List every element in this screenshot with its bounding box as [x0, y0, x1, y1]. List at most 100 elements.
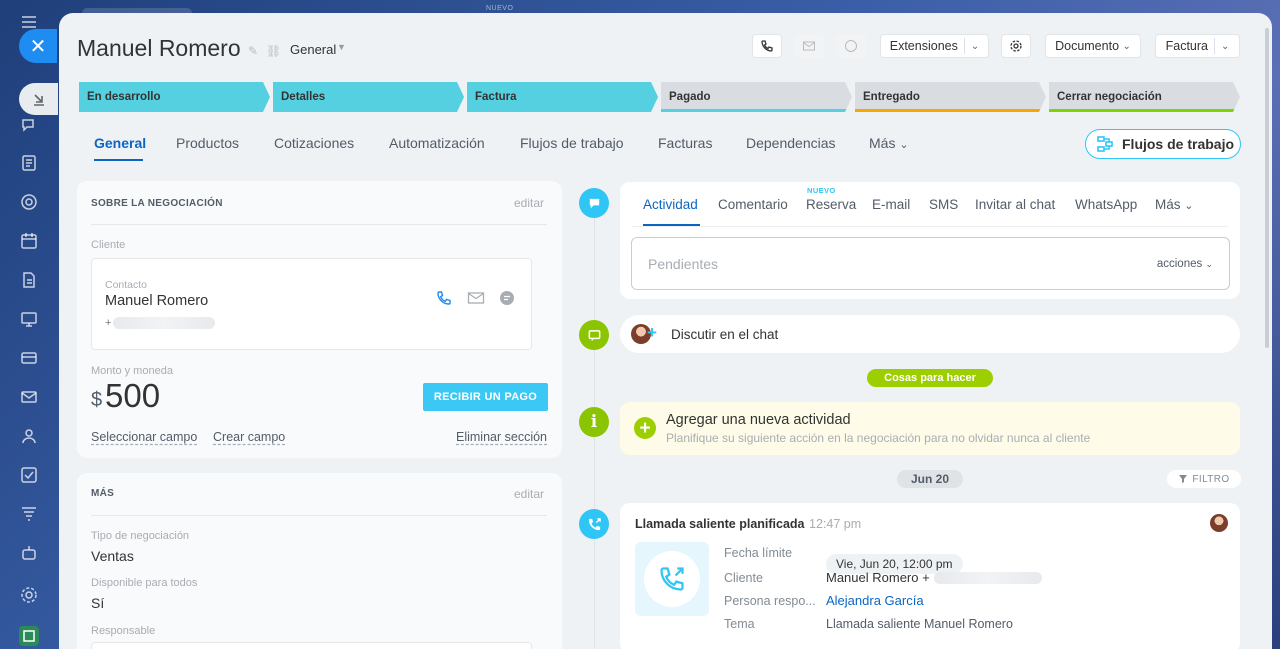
tasks-icon[interactable] [19, 465, 39, 485]
invoice-button[interactable]: Factura ⌄ [1155, 34, 1240, 58]
plus-icon[interactable]: + [634, 417, 656, 439]
contact-name[interactable]: Manuel Romero [105, 293, 208, 309]
filter-button[interactable]: FILTRO [1167, 470, 1241, 488]
discuss-in-chat-card[interactable]: + Discutir en el chat [620, 315, 1240, 353]
documents-icon[interactable] [19, 270, 39, 290]
tab-productos[interactable]: Productos [176, 135, 239, 151]
filter-funnel-icon[interactable] [19, 504, 39, 524]
workflows-label: Flujos de trabajo [1122, 136, 1235, 152]
chevron-down-icon: ▼ [337, 42, 346, 52]
delete-section-link[interactable]: Eliminar sección [456, 430, 547, 444]
about-edit-link[interactable]: editar [514, 196, 544, 210]
close-slider-button[interactable]: ✕ [19, 29, 57, 63]
add-activity-subtitle: Planifique su siguiente acción en la neg… [666, 431, 1091, 445]
robot-icon[interactable] [19, 543, 39, 563]
deal-slider-panel: Manuel Romero ✎ ⛓ General ▼ Extensiones ⌄… [59, 13, 1272, 649]
tab-dependencias[interactable]: Dependencias [746, 135, 836, 151]
contact-label: Contacto [105, 279, 148, 291]
board-icon[interactable] [19, 309, 39, 329]
funnel-icon [1179, 475, 1188, 483]
avatar [1210, 514, 1228, 532]
mail-icon[interactable] [19, 387, 39, 407]
edit-pencil-icon[interactable]: ✎ [248, 44, 260, 58]
about-heading: SOBRE LA NEGOCIACIÓN [91, 198, 223, 209]
settings-icon[interactable] [19, 585, 39, 605]
app-icon[interactable] [19, 626, 39, 646]
tab-mas-activity[interactable]: Más ⌄ [1155, 197, 1194, 212]
select-field-link[interactable]: Seleccionar campo [91, 430, 197, 444]
stage-detalles[interactable]: Detalles [273, 82, 464, 112]
gear-icon [1010, 40, 1022, 52]
chat-icon[interactable] [19, 115, 39, 135]
tab-facturas[interactable]: Facturas [658, 135, 712, 151]
phone-icon [761, 40, 773, 52]
chat-bubble-icon[interactable] [499, 290, 515, 306]
tab-reserva[interactable]: Reserva [806, 197, 856, 212]
category-select[interactable]: General [290, 42, 336, 57]
responsible-label: Responsable [91, 625, 156, 637]
tab-cotizaciones[interactable]: Cotizaciones [274, 135, 354, 151]
feed-icon[interactable] [19, 153, 39, 173]
settings-button[interactable] [1001, 34, 1031, 58]
responsible-value[interactable]: Alejandra García [826, 593, 924, 608]
document-button[interactable]: Documento ⌄ [1045, 34, 1141, 58]
tab-automatizacion[interactable]: Automatización [389, 135, 485, 151]
tab-email[interactable]: E-mail [872, 197, 910, 212]
phone-prefix: + [105, 317, 112, 329]
minimize-slider-tab[interactable] [19, 83, 58, 115]
receive-payment-button[interactable]: RECIBIR UN PAGO [423, 383, 548, 411]
stage-factura[interactable]: Factura [467, 82, 658, 112]
outgoing-call-icon [644, 551, 700, 607]
envelope-icon[interactable] [467, 290, 485, 306]
more-heading: MÁS [91, 488, 115, 499]
scrollbar[interactable] [1265, 28, 1269, 348]
tab-sms[interactable]: SMS [929, 197, 958, 212]
tab-mas[interactable]: Más ⌄ [869, 135, 909, 151]
pipeline-stages: En desarrollo Detalles Factura Pagado En… [79, 82, 1239, 112]
subject-value: Llamada saliente Manuel Romero [826, 617, 1013, 631]
call-time: 12:47 pm [809, 517, 862, 531]
email-button[interactable] [794, 34, 824, 58]
chevron-down-icon: ⌄ [1122, 40, 1131, 52]
tab-general[interactable]: General [94, 135, 146, 151]
link-icon[interactable]: ⛓ [266, 44, 281, 58]
create-field-link[interactable]: Crear campo [213, 430, 285, 444]
crm-icon[interactable] [19, 192, 39, 212]
chat-square-icon [588, 329, 600, 341]
tab-invitar-al-chat[interactable]: Invitar al chat [975, 197, 1055, 212]
stage-entregado[interactable]: Entregado [855, 82, 1046, 112]
stage-en-desarrollo[interactable]: En desarrollo [79, 82, 270, 112]
phone-icon[interactable] [436, 290, 452, 306]
tab-actividad[interactable]: Actividad [643, 197, 698, 212]
responsible-box[interactable] [91, 642, 532, 649]
stage-label: Pagado [669, 91, 711, 103]
extensions-button[interactable]: Extensiones ⌄ [880, 34, 989, 58]
tab-comentario[interactable]: Comentario [718, 197, 788, 212]
divider [91, 224, 547, 225]
stage-pagado[interactable]: Pagado [661, 82, 852, 112]
available-label: Disponible para todos [91, 577, 198, 589]
contacts-icon[interactable] [19, 426, 39, 446]
call-title[interactable]: Llamada saliente planificada [635, 517, 805, 531]
calendar-icon[interactable] [19, 231, 39, 251]
stage-cerrar-negociacion[interactable]: Cerrar negociación [1049, 82, 1240, 112]
chat-button[interactable] [836, 34, 866, 58]
more-edit-link[interactable]: editar [514, 487, 544, 501]
add-activity-card[interactable]: + Agregar una nueva actividad Planifique… [620, 402, 1240, 455]
pending-input[interactable]: Pendientes acciones ⌄ [631, 237, 1230, 290]
workflows-button[interactable]: Flujos de trabajo [1085, 129, 1241, 159]
call-dot [579, 509, 609, 539]
divider [632, 226, 1228, 227]
info-icon: i [590, 412, 598, 432]
card-icon[interactable] [19, 348, 39, 368]
actions-dropdown[interactable]: acciones ⌄ [1157, 258, 1213, 270]
client-label: Cliente [724, 571, 763, 585]
available-value: Sí [91, 595, 105, 611]
tab-flujos-de-trabajo[interactable]: Flujos de trabajo [520, 135, 624, 151]
add-activity-title: Agregar una nueva actividad [666, 412, 851, 428]
workflow-icon [1097, 136, 1113, 152]
client-value[interactable]: Manuel Romero + [826, 570, 930, 585]
tab-whatsapp[interactable]: WhatsApp [1075, 197, 1137, 212]
deal-type-label: Tipo de negociación [91, 530, 190, 542]
call-button[interactable] [752, 34, 782, 58]
